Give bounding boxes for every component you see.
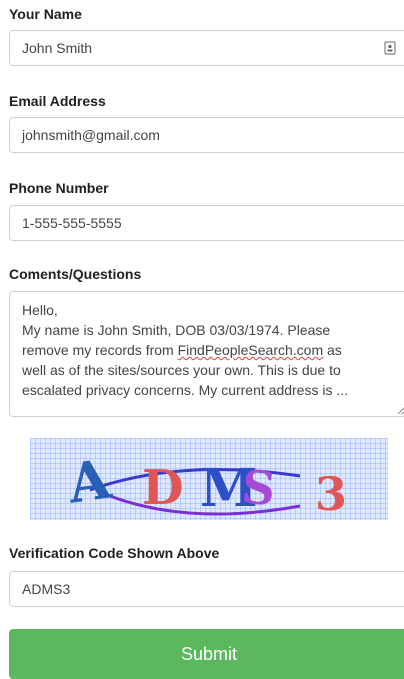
comments-line: Hello, <box>22 302 58 318</box>
phone-input[interactable]: 1-555-555-5555 <box>9 205 404 241</box>
phone-label: Phone Number <box>9 180 109 196</box>
captcha-char: 3 <box>315 467 347 520</box>
verification-input[interactable]: ADMS3 <box>9 571 404 607</box>
comments-line-part: as <box>327 342 342 358</box>
submit-button[interactable]: Submit <box>9 629 404 679</box>
verification-input-value: ADMS3 <box>22 581 71 597</box>
email-input-value: johnsmith@gmail.com <box>22 127 160 143</box>
name-label: Your Name <box>9 6 82 22</box>
resize-grip-icon[interactable] <box>398 406 404 414</box>
captcha-image: A D M S 3 <box>30 438 388 520</box>
verification-label: Verification Code Shown Above <box>9 545 220 561</box>
comments-line-part: remove my records from <box>22 342 174 358</box>
comments-line: remove my records from FindPeopleSearch.… <box>22 340 396 360</box>
comments-line: well as of the sites/sources your own. T… <box>22 362 341 378</box>
contact-card-icon[interactable] <box>384 41 396 55</box>
comments-line: escalated privacy concerns. My current a… <box>22 382 349 398</box>
contact-form: Your Name John Smith Email Address johns… <box>0 0 404 679</box>
misspelled-word: FindPeopleSearch.com <box>177 342 324 358</box>
comments-label: Coments/Questions <box>9 266 142 282</box>
email-input[interactable]: johnsmith@gmail.com <box>9 117 404 153</box>
comments-textarea[interactable]: Hello, My name is John Smith, DOB 03/03/… <box>9 291 404 417</box>
phone-input-value: 1-555-555-5555 <box>22 215 122 231</box>
captcha-char: D <box>142 460 184 516</box>
name-input-value: John Smith <box>22 40 93 56</box>
captcha-char: S <box>239 459 278 516</box>
name-input[interactable]: John Smith <box>9 30 404 66</box>
email-label: Email Address <box>9 93 106 109</box>
comments-line: My name is John Smith, DOB 03/03/1974. P… <box>22 322 331 338</box>
